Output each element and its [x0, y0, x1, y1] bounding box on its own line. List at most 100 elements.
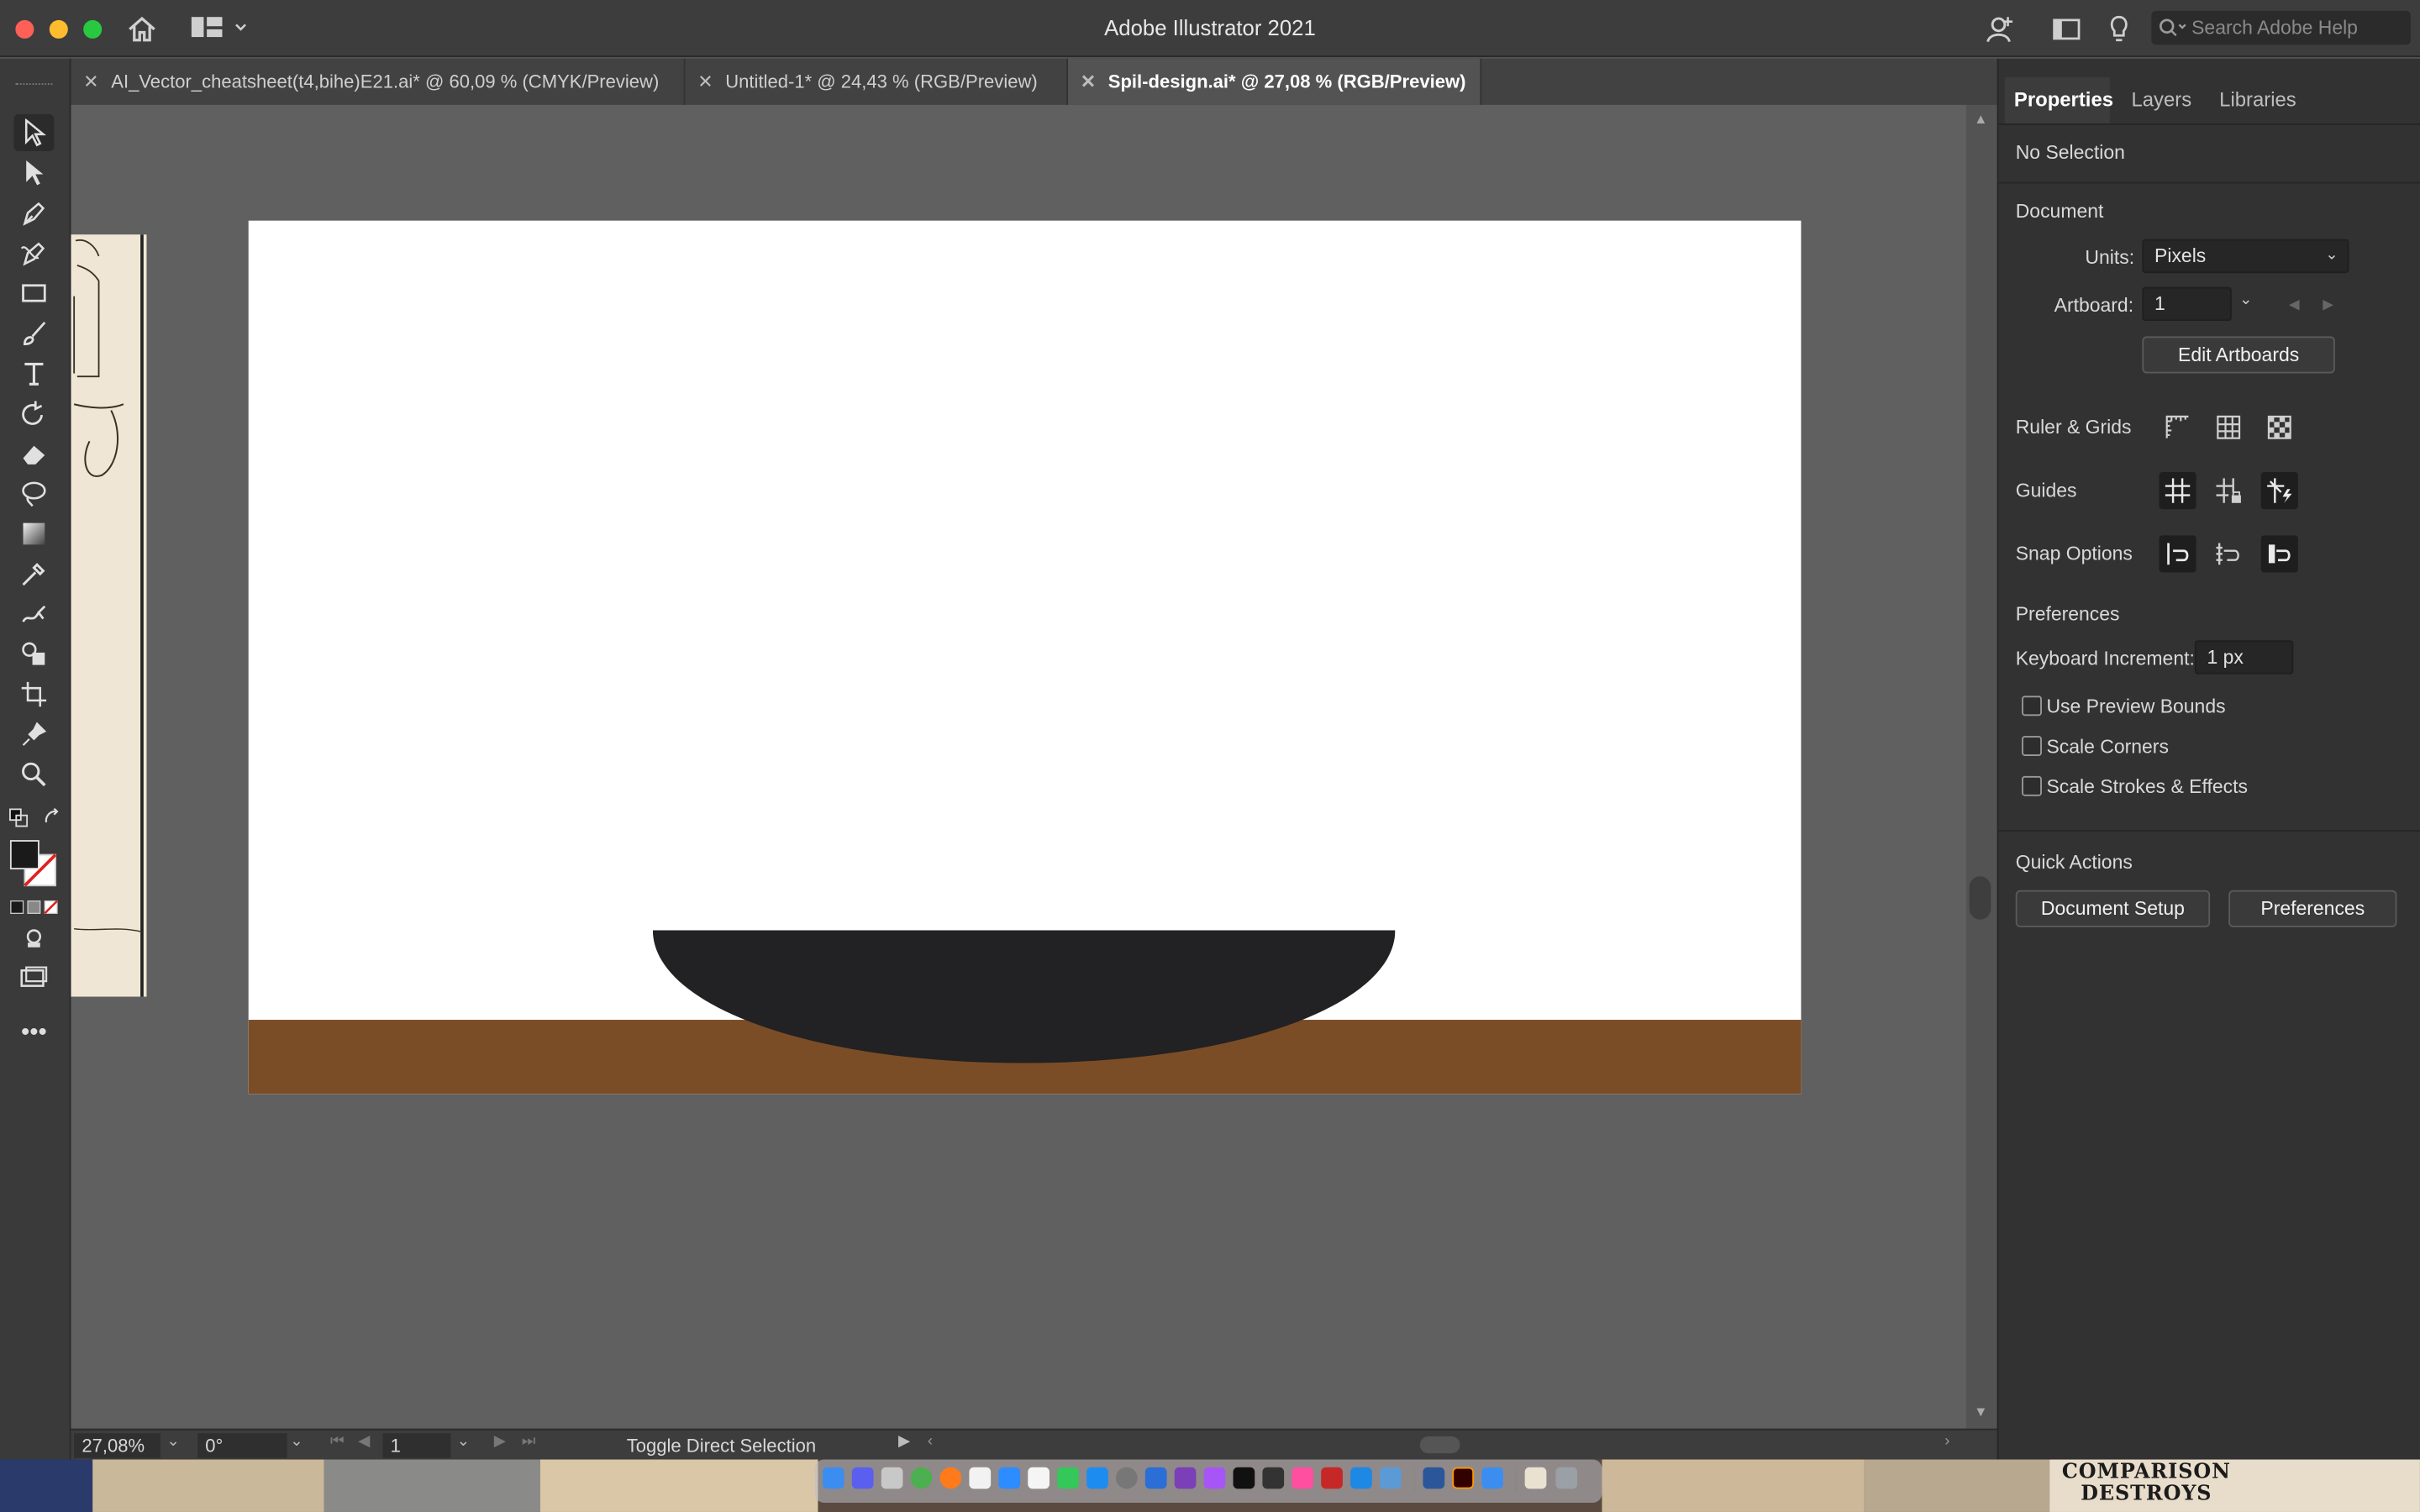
notes-icon[interactable] [1028, 1467, 1050, 1489]
apple-tv-icon[interactable] [1233, 1467, 1255, 1489]
facetime-icon[interactable] [1057, 1467, 1079, 1489]
finder-window-icon[interactable] [1481, 1467, 1503, 1489]
artboard-dropdown-chevron-icon[interactable]: ⌄ [2239, 291, 2252, 308]
zoom-tool-icon[interactable] [14, 756, 55, 793]
snap-to-grid-icon[interactable] [2210, 535, 2247, 572]
tab-untitled-1[interactable]: ✕ Untitled-1* @ 24,43 % (RGB/Preview) [685, 58, 1068, 105]
tab-properties[interactable]: Properties [2014, 88, 2113, 112]
eraser-tool-icon[interactable] [14, 435, 55, 472]
podcasts-icon[interactable] [1203, 1467, 1226, 1489]
artboard-number-field[interactable]: 1 [382, 1433, 451, 1458]
edit-toolbar-more-icon[interactable]: ••• [14, 1016, 55, 1053]
onenote-icon[interactable] [1174, 1467, 1197, 1489]
close-tab-icon[interactable]: ✕ [1081, 71, 1096, 92]
scroll-up-icon[interactable]: ▲ [1974, 111, 1987, 126]
ruler-icon[interactable] [2160, 409, 2196, 446]
preferences-button[interactable]: Preferences [2228, 890, 2397, 927]
vertical-scroll-thumb[interactable] [1969, 876, 1991, 920]
siri-icon[interactable] [851, 1467, 874, 1489]
word-icon[interactable] [1423, 1467, 1445, 1489]
shape-builder-tool-icon[interactable] [14, 636, 55, 673]
search-adobe-help-input[interactable]: Search Adobe Help [2151, 10, 2411, 45]
arrange-documents-icon[interactable] [2051, 14, 2082, 45]
fill-stroke-swatches[interactable] [9, 839, 59, 889]
tab-layers[interactable]: Layers [2131, 88, 2191, 112]
illustrator-icon[interactable] [1452, 1467, 1475, 1489]
rectangle-tool-icon[interactable] [14, 275, 55, 312]
screen-mode-icon[interactable] [14, 959, 55, 996]
placed-sketch-image[interactable] [71, 234, 147, 997]
horizontal-scroll-thumb[interactable] [1419, 1436, 1460, 1454]
chrome-icon[interactable] [910, 1467, 933, 1489]
outlook-icon[interactable] [1144, 1467, 1167, 1489]
smart-guides-icon[interactable] [2260, 472, 2298, 510]
downloads-stack-icon[interactable] [1524, 1467, 1547, 1489]
puppet-warp-tool-icon[interactable] [14, 596, 55, 633]
close-tab-icon[interactable]: ✕ [697, 71, 713, 92]
previous-artboard-icon[interactable]: ◀ [358, 1433, 370, 1450]
grid-icon[interactable] [2210, 409, 2247, 446]
swap-fill-stroke-icon[interactable] [43, 807, 61, 827]
next-artboard-icon[interactable]: ▶ [2323, 297, 2333, 313]
zoom-dropdown-icon[interactable]: ⌄ [166, 1433, 179, 1450]
eyedropper-tool-icon[interactable] [14, 555, 55, 592]
calendar-icon[interactable] [969, 1467, 992, 1489]
tab-libraries[interactable]: Libraries [2219, 88, 2296, 112]
zoom-app-icon[interactable] [998, 1467, 1021, 1489]
lock-guides-icon[interactable] [2210, 472, 2247, 509]
toolbar-grip[interactable] [15, 83, 53, 87]
drawing-mode-icon[interactable] [14, 920, 55, 957]
keyboard-increment-input[interactable]: 1 px [2194, 640, 2294, 675]
dark-bowl-shape[interactable] [652, 930, 1396, 1063]
launchpad-icon[interactable] [881, 1467, 903, 1489]
status-menu-icon[interactable]: ▶ [898, 1433, 910, 1450]
zoom-level-field[interactable]: 27,08% [74, 1433, 161, 1458]
first-artboard-icon[interactable]: ⏮ [330, 1433, 345, 1450]
vscode-icon[interactable] [1350, 1467, 1372, 1489]
firefox-icon[interactable] [939, 1467, 962, 1489]
scroll-down-icon[interactable]: ▼ [1974, 1404, 1987, 1419]
snap-to-pixel-icon[interactable] [2260, 535, 2298, 573]
show-guides-icon[interactable] [2159, 472, 2196, 510]
lasso-tool-icon[interactable] [14, 475, 55, 512]
artboard-tool-icon[interactable] [14, 675, 55, 712]
last-artboard-icon[interactable]: ⏭ [522, 1433, 536, 1450]
scroll-left-icon[interactable]: ‹ [928, 1433, 933, 1450]
finder-icon[interactable] [822, 1467, 844, 1489]
close-tab-icon[interactable]: ✕ [83, 71, 98, 92]
pin-tool-icon[interactable] [14, 716, 55, 753]
type-tool-icon[interactable] [14, 354, 55, 391]
transparency-grid-icon[interactable] [2261, 409, 2298, 446]
tab-spil-design[interactable]: ✕ Spil-design.ai* @ 27,08 % (RGB/Preview… [1067, 58, 1482, 105]
photos-icon[interactable] [1292, 1467, 1314, 1489]
gradient-tool-icon[interactable] [14, 515, 55, 552]
status-tool-hint[interactable]: Toggle Direct Selection [627, 1435, 816, 1457]
vertical-scrollbar[interactable]: ▲ ▼ [1965, 104, 1997, 1429]
final-cut-icon[interactable] [1262, 1467, 1285, 1489]
discover-lightbulb-icon[interactable] [2103, 14, 2134, 45]
previous-artboard-icon[interactable]: ◀ [2289, 297, 2300, 313]
paintbrush-tool-icon[interactable] [14, 315, 55, 352]
scale-corners-checkbox[interactable] [2022, 736, 2042, 756]
trash-icon[interactable] [1555, 1467, 1578, 1489]
units-dropdown[interactable]: Pixels ⌄ [2142, 239, 2349, 274]
user-account-icon[interactable] [1985, 14, 2016, 45]
artboard[interactable] [248, 220, 1802, 1095]
direct-selection-tool-icon[interactable] [14, 155, 55, 192]
color-mode-icons[interactable] [9, 898, 59, 915]
next-artboard-icon[interactable]: ▶ [494, 1433, 506, 1450]
document-setup-button[interactable]: Document Setup [2015, 890, 2211, 927]
artboard-dropdown-icon[interactable]: ⌄ [457, 1433, 470, 1450]
scroll-right-icon[interactable]: › [1944, 1433, 1949, 1450]
artboard-number-input[interactable]: 1 [2142, 286, 2232, 322]
rotate-tool-icon[interactable] [14, 395, 55, 432]
tab-ai-vector-cheatsheet[interactable]: ✕ AI_Vector_cheatsheet(t4,bihe)E21.ai* @… [71, 58, 686, 105]
edit-artboards-button[interactable]: Edit Artboards [2142, 336, 2335, 374]
canvas-area[interactable] [71, 104, 1966, 1429]
pen-tool-icon[interactable] [14, 194, 55, 231]
snap-to-point-icon[interactable] [2159, 535, 2196, 573]
use-preview-bounds-checkbox[interactable] [2022, 696, 2042, 717]
system-preferences-icon[interactable] [1115, 1467, 1138, 1489]
curvature-tool-icon[interactable] [14, 234, 55, 271]
filezilla-icon[interactable] [1321, 1467, 1343, 1489]
